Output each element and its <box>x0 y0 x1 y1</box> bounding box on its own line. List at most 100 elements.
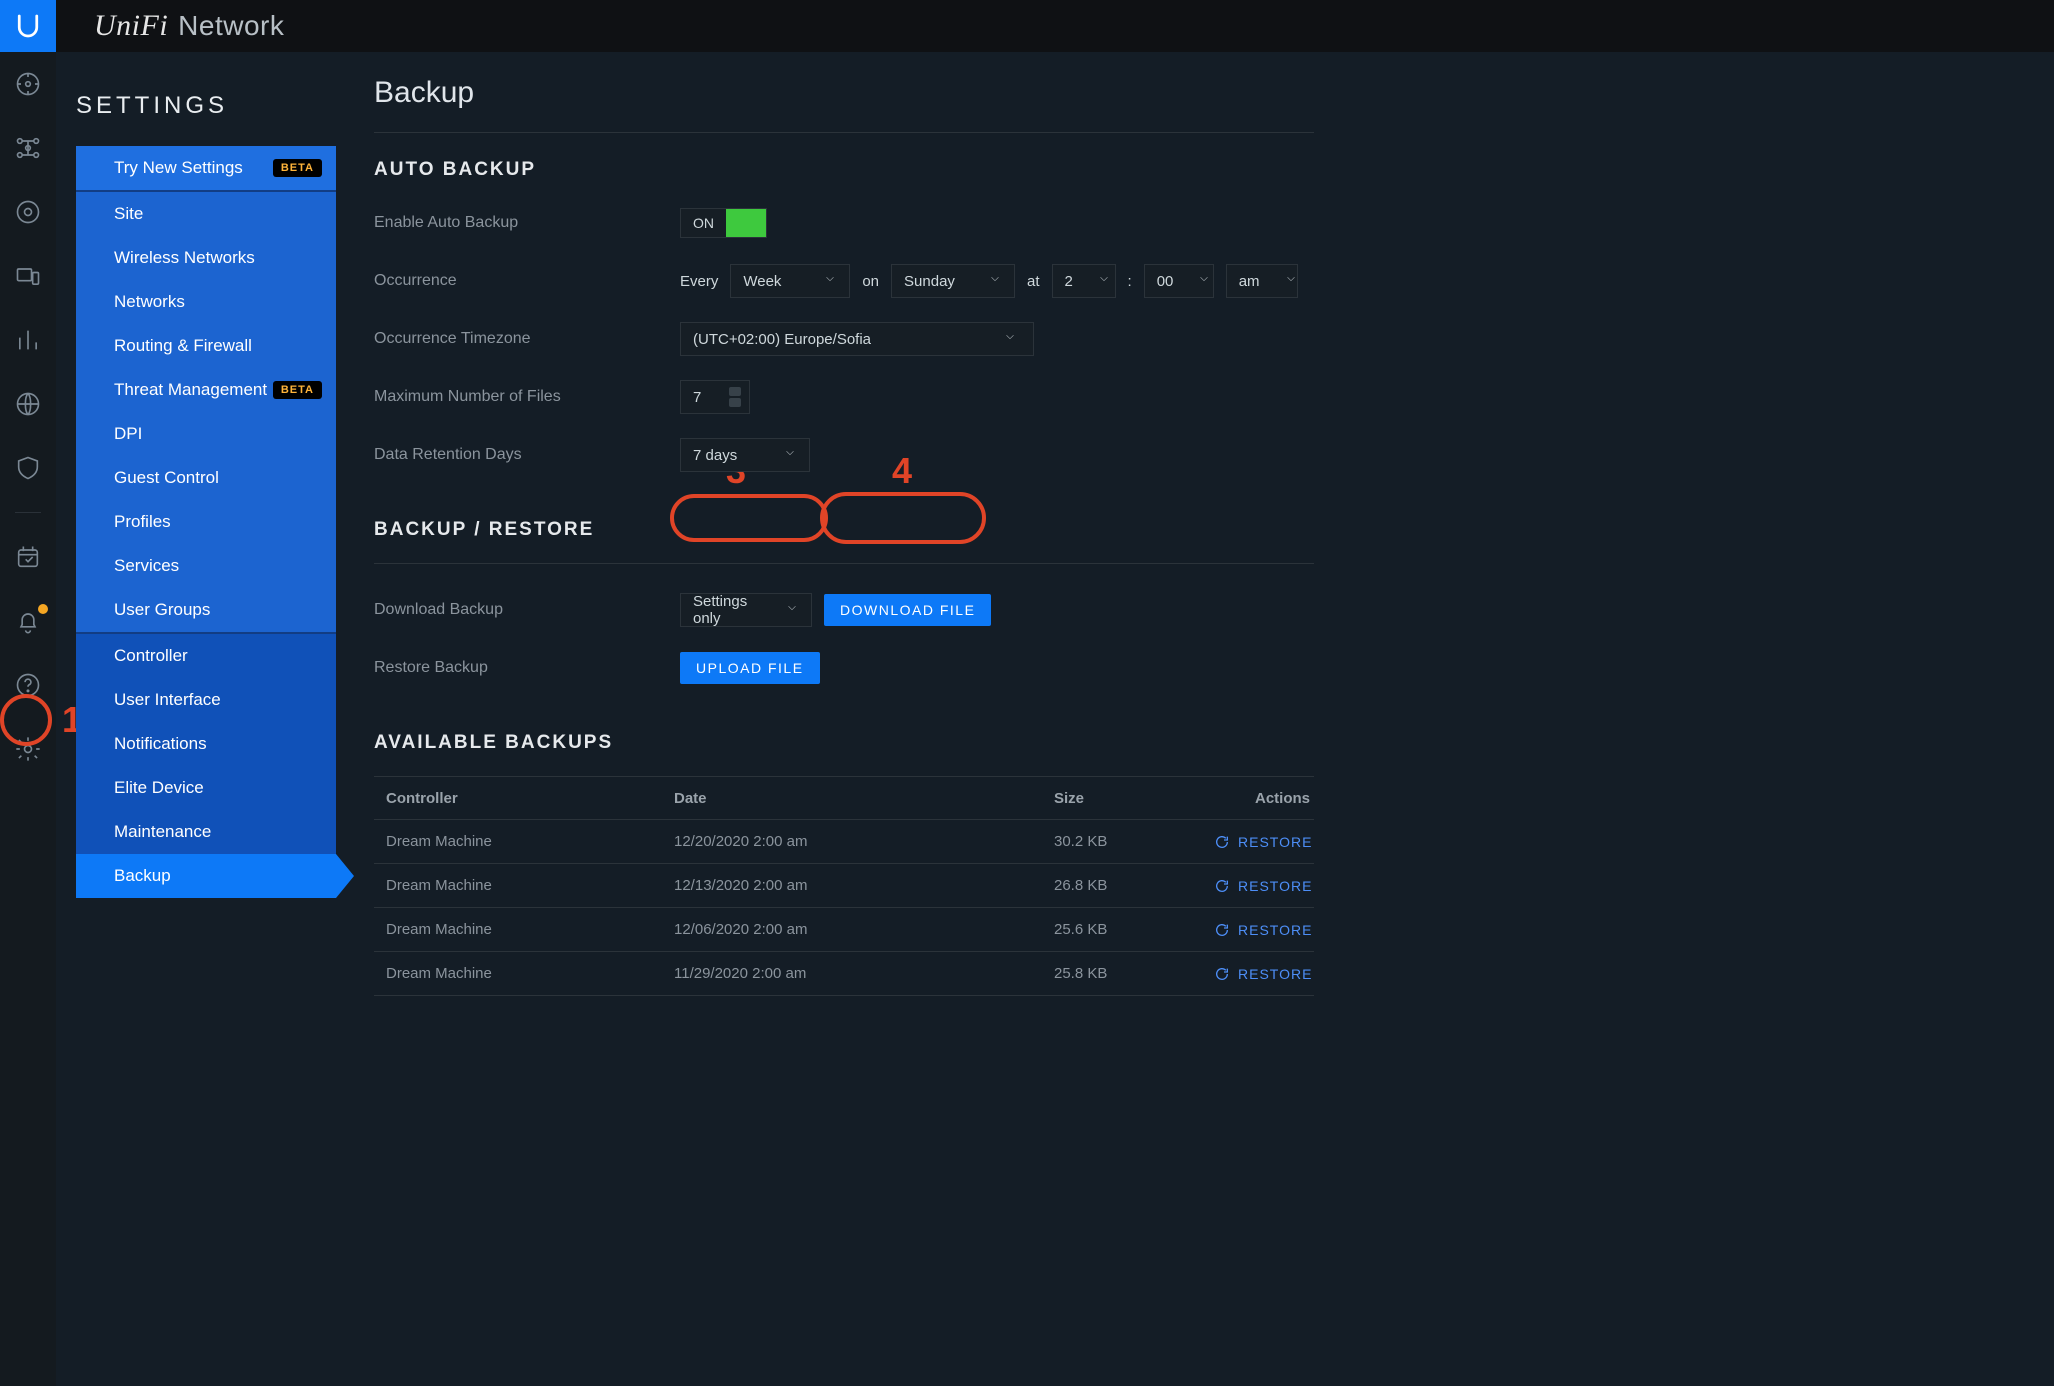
sidebar-item-routing-firewall[interactable]: Routing & Firewall <box>76 324 336 368</box>
upload-file-button[interactable]: UPLOAD FILE <box>680 652 820 684</box>
cell-size: 25.6 KB <box>1054 921 1214 938</box>
restore-label: RESTORE <box>1238 966 1312 982</box>
sidebar-item-label: User Groups <box>114 600 210 620</box>
occurrence-on-text: on <box>862 273 879 290</box>
select-value: 00 <box>1157 273 1174 290</box>
settings-heading: SETTINGS <box>76 92 336 120</box>
download-backup-select[interactable]: Settings only <box>680 593 812 627</box>
table-row: Dream Machine 12/13/2020 2:00 am 26.8 KB… <box>374 864 1314 908</box>
sidebar-item-services[interactable]: Services <box>76 544 336 588</box>
occurrence-ampm-select[interactable]: am <box>1226 264 1298 298</box>
occurrence-day-select[interactable]: Sunday <box>891 264 1015 298</box>
available-backups-heading: AVAILABLE BACKUPS <box>374 732 1314 754</box>
topology-icon[interactable] <box>14 134 42 162</box>
available-backups-table: Controller Date Size Actions Dream Machi… <box>374 776 1314 996</box>
cell-date: 12/06/2020 2:00 am <box>674 921 1054 938</box>
sidebar-item-networks[interactable]: Networks <box>76 280 336 324</box>
sidebar-item-label: Services <box>114 556 179 576</box>
select-value: Week <box>743 273 781 290</box>
occurrence-period-select[interactable]: Week <box>730 264 850 298</box>
sidebar-item-label: Routing & Firewall <box>114 336 252 356</box>
sidebar-item-profiles[interactable]: Profiles <box>76 500 336 544</box>
occurrence-minute-select[interactable]: 00 <box>1144 264 1214 298</box>
chevron-down-icon <box>1097 272 1111 290</box>
sidebar-item-try-new-settings[interactable]: Try New Settings BETA <box>76 146 336 190</box>
select-value: (UTC+02:00) Europe/Sofia <box>693 331 871 348</box>
globe-icon[interactable] <box>14 390 42 418</box>
settings-gear-icon[interactable] <box>14 735 42 763</box>
enable-auto-backup-field: Enable Auto Backup ON <box>374 203 1314 243</box>
sidebar-item-user-groups[interactable]: User Groups <box>76 588 336 632</box>
occurrence-hour-select[interactable]: 2 <box>1052 264 1116 298</box>
max-files-field: Maximum Number of Files 7 <box>374 377 1314 417</box>
brand-title: UniFi Network <box>94 9 284 43</box>
rail-separator <box>15 512 41 513</box>
auto-backup-heading: AUTO BACKUP <box>374 159 1314 181</box>
sidebar-item-label: Backup <box>114 866 171 886</box>
sidebar-item-site[interactable]: Site <box>76 192 336 236</box>
occurrence-label: Occurrence <box>374 272 680 290</box>
calendar-icon[interactable] <box>14 543 42 571</box>
restore-action[interactable]: RESTORE <box>1214 878 1316 894</box>
sidebar-item-controller[interactable]: Controller <box>76 634 336 678</box>
sidebar-item-backup[interactable]: Backup <box>76 854 336 898</box>
table-row: Dream Machine 11/29/2020 2:00 am 25.8 KB… <box>374 952 1314 996</box>
sidebar-item-notifications[interactable]: Notifications <box>76 722 336 766</box>
sidebar-item-label: Maintenance <box>114 822 211 842</box>
download-backup-label: Download Backup <box>374 601 680 619</box>
main-content: Backup AUTO BACKUP Enable Auto Backup ON… <box>374 76 1314 996</box>
toggle-knob <box>726 209 766 237</box>
occurrence-colon-text: : <box>1128 273 1132 290</box>
cell-date: 11/29/2020 2:00 am <box>674 965 1054 982</box>
sidebar-item-elite-device[interactable]: Elite Device <box>76 766 336 810</box>
sidebar-item-label: Controller <box>114 646 188 666</box>
top-bar: UniFi Network <box>0 0 2054 52</box>
sidebar-item-dpi[interactable]: DPI <box>76 412 336 456</box>
sidebar-item-label: User Interface <box>114 690 221 710</box>
sidebar-item-label: Site <box>114 204 143 224</box>
col-controller: Controller <box>374 790 674 807</box>
sidebar-item-guest-control[interactable]: Guest Control <box>76 456 336 500</box>
download-file-button[interactable]: DOWNLOAD FILE <box>824 594 991 626</box>
ubiquiti-icon <box>13 11 43 41</box>
sidebar-item-wireless-networks[interactable]: Wireless Networks <box>76 236 336 280</box>
restore-icon <box>1214 922 1230 938</box>
sidebar-item-threat-management[interactable]: Threat ManagementBETA <box>76 368 336 412</box>
max-files-input[interactable]: 7 <box>680 380 750 414</box>
stats-icon[interactable] <box>14 326 42 354</box>
sidebar-item-label: Profiles <box>114 512 171 532</box>
restore-action[interactable]: RESTORE <box>1214 966 1316 982</box>
cell-date: 12/13/2020 2:00 am <box>674 877 1054 894</box>
settings-sidebar: SETTINGS Try New Settings BETA Site Wire… <box>76 92 336 898</box>
sidebar-item-label: Notifications <box>114 734 207 754</box>
restore-label: RESTORE <box>1238 922 1312 938</box>
chevron-down-icon <box>823 272 837 290</box>
sidebar-item-user-interface[interactable]: User Interface <box>76 678 336 722</box>
timezone-select[interactable]: (UTC+02:00) Europe/Sofia <box>680 322 1034 356</box>
select-value: 2 <box>1065 273 1073 290</box>
sidebar-item-label: Elite Device <box>114 778 204 798</box>
circle-icon[interactable] <box>14 198 42 226</box>
restore-action[interactable]: RESTORE <box>1214 922 1316 938</box>
dashboard-icon[interactable] <box>14 70 42 98</box>
chevron-down-icon <box>785 601 799 619</box>
brand-badge[interactable] <box>0 0 56 52</box>
data-retention-select[interactable]: 7 days <box>680 438 810 472</box>
table-row: Dream Machine 12/20/2020 2:00 am 30.2 KB… <box>374 820 1314 864</box>
number-stepper[interactable] <box>729 387 741 407</box>
divider <box>374 132 1314 133</box>
restore-action[interactable]: RESTORE <box>1214 834 1316 850</box>
devices-icon[interactable] <box>14 262 42 290</box>
alerts-icon[interactable] <box>14 607 42 635</box>
brand-network: Network <box>178 10 284 42</box>
enable-auto-backup-toggle[interactable]: ON <box>680 208 767 238</box>
sidebar-item-label: Try New Settings <box>114 158 243 178</box>
settings-menu: Try New Settings BETA Site Wireless Netw… <box>76 146 336 898</box>
shield-icon[interactable] <box>14 454 42 482</box>
select-value: 7 days <box>693 447 737 464</box>
sidebar-item-maintenance[interactable]: Maintenance <box>76 810 336 854</box>
cell-size: 26.8 KB <box>1054 877 1214 894</box>
beta-badge: BETA <box>273 381 322 399</box>
col-date: Date <box>674 790 1054 807</box>
help-icon[interactable] <box>14 671 42 699</box>
